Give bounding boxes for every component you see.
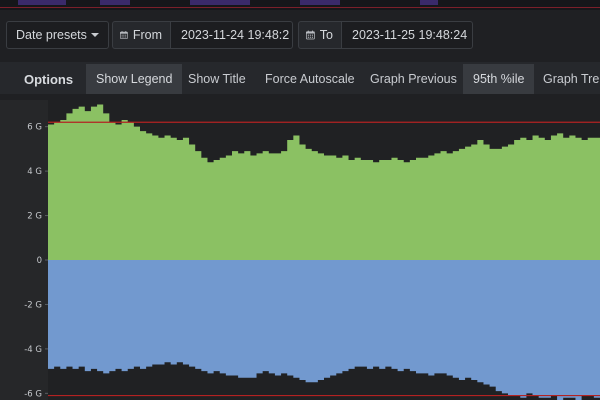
y-tick-label: 0 bbox=[37, 256, 42, 266]
options-bar: Options Show Legend Show Title Force Aut… bbox=[0, 62, 600, 94]
show-title-toggle[interactable]: Show Title bbox=[188, 64, 246, 94]
strip-segment bbox=[190, 0, 250, 5]
strip-segment bbox=[18, 0, 66, 5]
date-presets-label: Date presets bbox=[16, 28, 87, 42]
y-tick-label: 4 G bbox=[27, 167, 42, 177]
y-tick-label: -2 G bbox=[24, 300, 42, 310]
calendar-icon bbox=[120, 31, 128, 39]
force-autoscale-toggle[interactable]: Force Autoscale bbox=[265, 64, 355, 94]
from-date-input[interactable]: 2023-11-24 19:48:2 bbox=[170, 21, 293, 49]
date-presets-dropdown[interactable]: Date presets bbox=[6, 21, 109, 49]
traffic-graph[interactable]: 6 G 4 G 2 G 0 -2 G -4 G -6 G bbox=[0, 100, 600, 400]
from-date-value: 2023-11-24 19:48:2 bbox=[181, 28, 290, 42]
traffic-graph-svg: 6 G 4 G 2 G 0 -2 G -4 G -6 G bbox=[24, 100, 600, 400]
options-title: Options bbox=[24, 71, 74, 87]
caret-down-icon bbox=[91, 33, 99, 37]
to-label: To bbox=[319, 28, 333, 42]
top-strip bbox=[0, 0, 600, 10]
show-legend-toggle[interactable]: Show Legend bbox=[86, 64, 183, 94]
y-tick-label: 2 G bbox=[27, 212, 42, 222]
to-date-input[interactable]: 2023-11-25 19:48:24 bbox=[341, 21, 473, 49]
y-tick-label: 6 G bbox=[27, 123, 42, 133]
strip-segment bbox=[100, 0, 130, 5]
strip-segment bbox=[420, 0, 438, 5]
calendar-icon bbox=[306, 30, 315, 40]
y-tick-label: -4 G bbox=[24, 345, 42, 355]
strip-segment bbox=[300, 0, 340, 5]
y-tick-label: -6 G bbox=[24, 389, 42, 399]
to-label-addon: To bbox=[298, 21, 342, 49]
date-toolbar: Date presets From 2023-11-24 19:48:2 To … bbox=[0, 10, 600, 62]
graph-previous-toggle[interactable]: Graph Previous bbox=[370, 64, 457, 94]
graph-trend-toggle[interactable]: Graph Tren bbox=[543, 64, 600, 94]
from-label-addon: From bbox=[112, 21, 171, 49]
to-date-value: 2023-11-25 19:48:24 bbox=[352, 28, 468, 42]
95th-percentile-toggle[interactable]: 95th %ile bbox=[463, 64, 535, 94]
from-label: From bbox=[132, 28, 162, 42]
strip-line bbox=[0, 7, 600, 8]
